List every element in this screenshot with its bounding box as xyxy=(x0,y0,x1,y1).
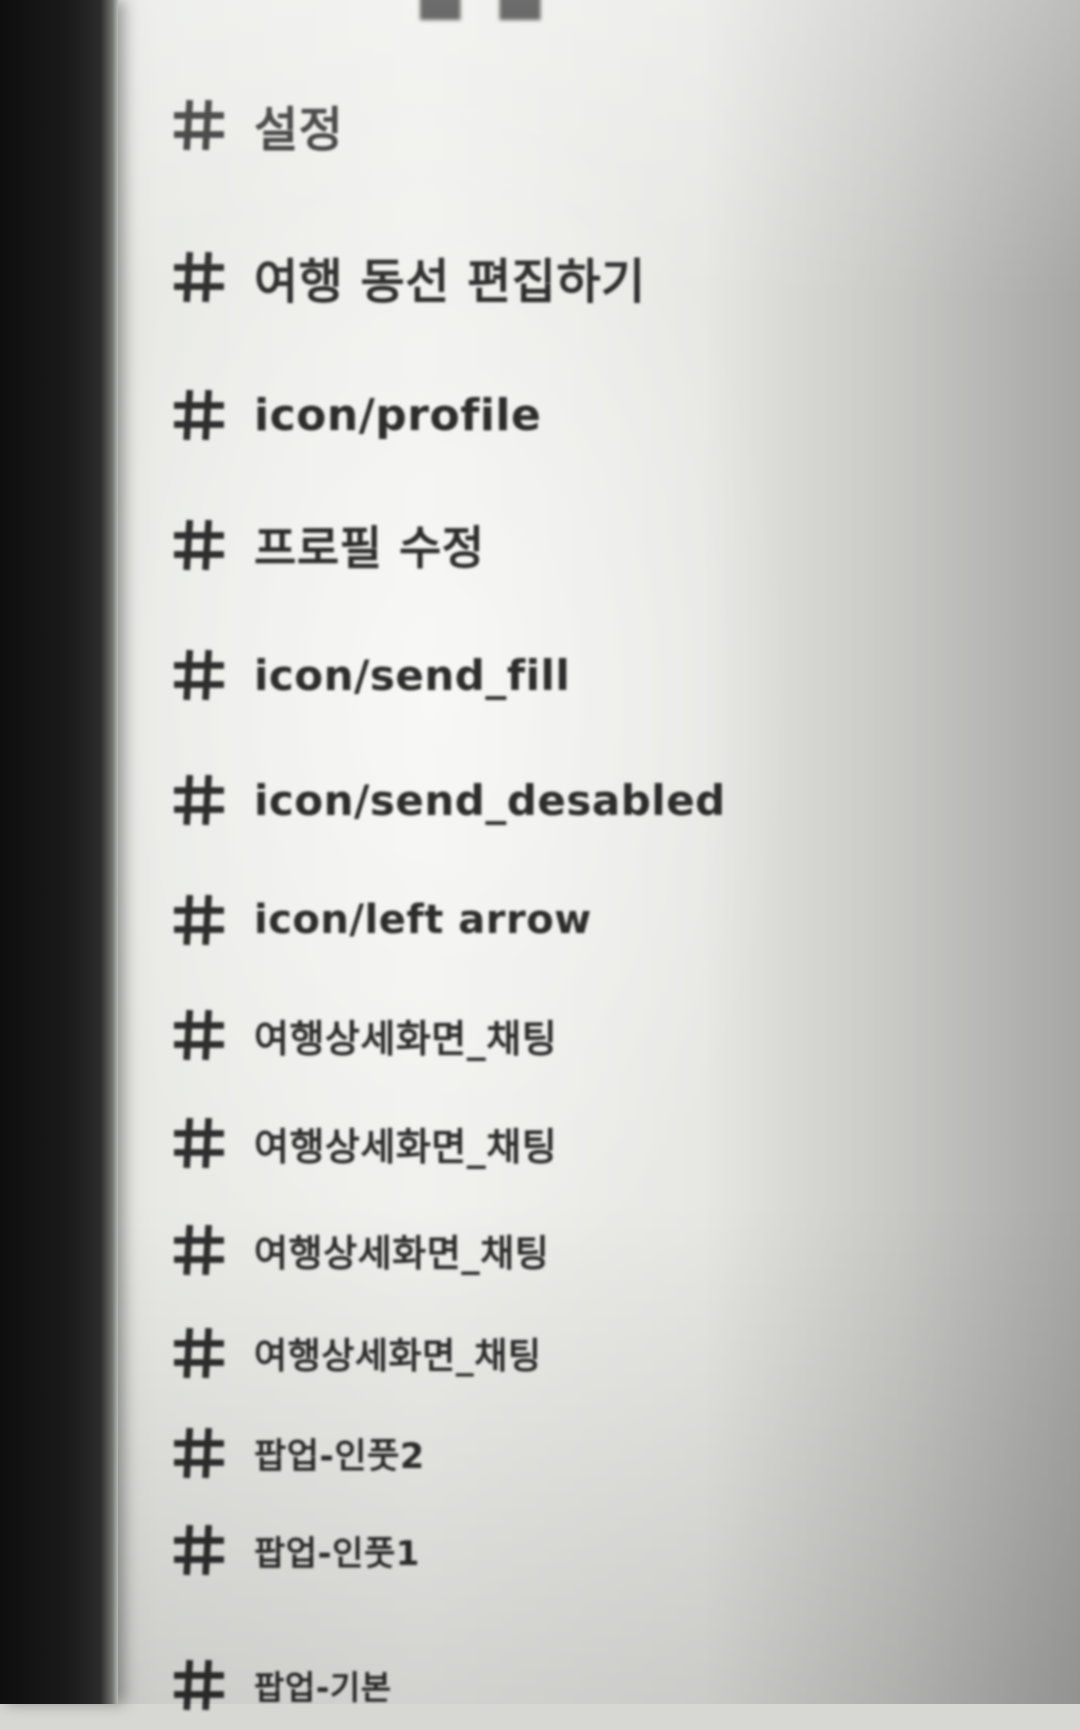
layer-item-label: 여행상세화면_채팅 xyxy=(254,1016,558,1061)
layers-panel: ▄▀▄ 설정 여행 동선 편집하기 icon/profile 프로필 수정 ic… xyxy=(0,0,1080,1711)
layer-item-label: 여행상세화면_채팅 xyxy=(254,1124,558,1169)
layer-item[interactable]: icon/send_desabled xyxy=(172,755,726,845)
layer-item-label: 여행상세화면_채팅 xyxy=(254,1232,550,1275)
monitor-bezel xyxy=(0,0,118,1704)
layer-item[interactable]: 프로필 수정 xyxy=(172,500,485,590)
layer-item-label: 프로필 수정 xyxy=(254,521,485,575)
layer-item[interactable]: 여행상세화면_채팅 xyxy=(172,1098,557,1188)
layer-item-label: 팝업-인풋1 xyxy=(254,1533,420,1574)
layer-item[interactable]: 팝업-인풋2 xyxy=(172,1408,425,1498)
layer-item[interactable]: 팝업-인풋1 xyxy=(172,1505,420,1595)
layer-item[interactable]: icon/left arrow xyxy=(172,875,592,965)
frame-icon xyxy=(172,1008,226,1062)
frame-icon xyxy=(172,893,226,947)
frame-icon xyxy=(172,1223,226,1277)
layer-item[interactable]: 설정 xyxy=(172,80,343,170)
layer-item[interactable]: 팝업-기본 xyxy=(172,1640,392,1730)
frame-icon xyxy=(172,1116,226,1170)
cutoff-layer-label: ▄▀▄ xyxy=(420,0,570,20)
layer-item-label: 여행상세화면_채팅 xyxy=(254,1336,542,1377)
layer-item-label: 설정 xyxy=(254,102,344,158)
layer-item-label: icon/profile xyxy=(254,389,542,441)
frame-icon xyxy=(172,1326,226,1380)
frame-icon xyxy=(172,1523,226,1577)
frame-icon xyxy=(172,773,226,827)
layer-item[interactable]: 여행상세화면_채팅 xyxy=(172,1205,549,1295)
layer-item[interactable]: icon/profile xyxy=(172,370,541,460)
layer-item-label: icon/left arrow xyxy=(254,897,592,943)
layer-item-label: icon/send_desabled xyxy=(254,775,726,825)
frame-icon xyxy=(172,648,226,702)
frame-icon xyxy=(172,388,226,442)
layer-item-label: icon/send_fill xyxy=(254,650,571,700)
frame-icon xyxy=(172,98,226,152)
layer-item-label: 팝업-기본 xyxy=(254,1668,392,1707)
layer-item[interactable]: icon/send_fill xyxy=(172,630,570,720)
frame-icon xyxy=(172,1426,226,1480)
frame-icon xyxy=(172,518,226,572)
layer-item-label: 팝업-인풋2 xyxy=(254,1436,425,1477)
layer-item-label: 여행 동선 편집하기 xyxy=(254,254,646,310)
layer-item[interactable]: 여행상세화면_채팅 xyxy=(172,990,557,1080)
layer-item[interactable]: 여행 동선 편집하기 xyxy=(172,232,646,322)
frame-icon xyxy=(172,250,226,304)
layer-item[interactable]: 여행상세화면_채팅 xyxy=(172,1308,541,1398)
